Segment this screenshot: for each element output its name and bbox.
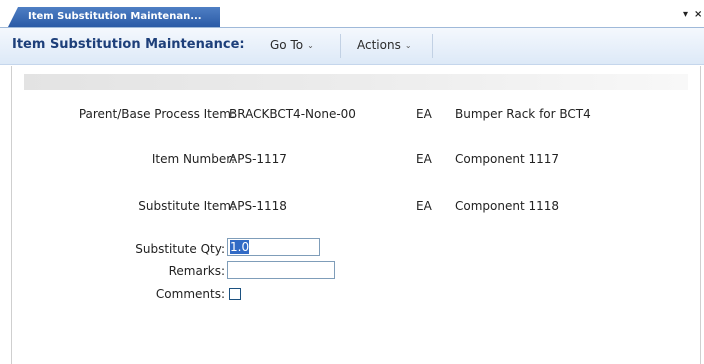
panel-header-bar — [24, 74, 688, 90]
substitute-qty-value: 1.0 — [230, 240, 250, 254]
chevron-down-icon: ⌄ — [404, 41, 412, 50]
chevron-down-icon: ⌄ — [307, 41, 314, 50]
comments-checkbox[interactable] — [229, 288, 241, 300]
substitute-qty-input[interactable]: 1.0 — [227, 238, 320, 256]
parent-item-label: Parent/Base Process Item: — [78, 107, 235, 121]
remarks-label: Remarks: — [168, 264, 225, 278]
window-menu-icon[interactable]: ▾ — [683, 9, 688, 21]
item-number-uom: EA — [416, 152, 432, 166]
substitute-item-uom: EA — [416, 199, 432, 213]
comments-label: Comments: — [155, 287, 225, 301]
actions-label: Actions — [357, 38, 401, 52]
parent-item-uom: EA — [416, 107, 432, 121]
parent-item-value: BRACKBCT4-None-00 — [229, 107, 356, 121]
substitute-item-value: APS-1118 — [229, 199, 287, 213]
item-number-value: APS-1117 — [229, 152, 287, 166]
toolbar-separator — [340, 34, 341, 58]
tab-label: Item Substitution Maintenan... — [28, 11, 202, 22]
goto-menu[interactable]: Go To ⌄ — [270, 38, 314, 52]
form-panel: Parent/Base Process Item: BRACKBCT4-None… — [11, 66, 701, 364]
substitute-item-label: Substitute Item: — [138, 199, 235, 213]
toolbar-separator — [432, 34, 433, 58]
goto-label: Go To — [270, 38, 304, 52]
parent-item-description: Bumper Rack for BCT4 — [455, 107, 591, 121]
remarks-input[interactable] — [227, 261, 335, 279]
page-title: Item Substitution Maintenance: — [12, 37, 245, 52]
item-number-description: Component 1117 — [455, 152, 560, 166]
substitute-qty-label: Substitute Qty: — [135, 242, 225, 256]
tab-item-substitution[interactable]: Item Substitution Maintenan... — [8, 7, 220, 27]
close-icon[interactable]: × — [694, 9, 702, 21]
actions-menu[interactable]: Actions ⌄ — [357, 38, 412, 52]
toolbar: Item Substitution Maintenance: Go To ⌄ Ac… — [0, 28, 704, 65]
item-number-label: Item Number: — [151, 152, 235, 166]
substitute-item-description: Component 1118 — [455, 199, 560, 213]
tab-strip: Item Substitution Maintenan... ▾ × — [0, 0, 704, 28]
